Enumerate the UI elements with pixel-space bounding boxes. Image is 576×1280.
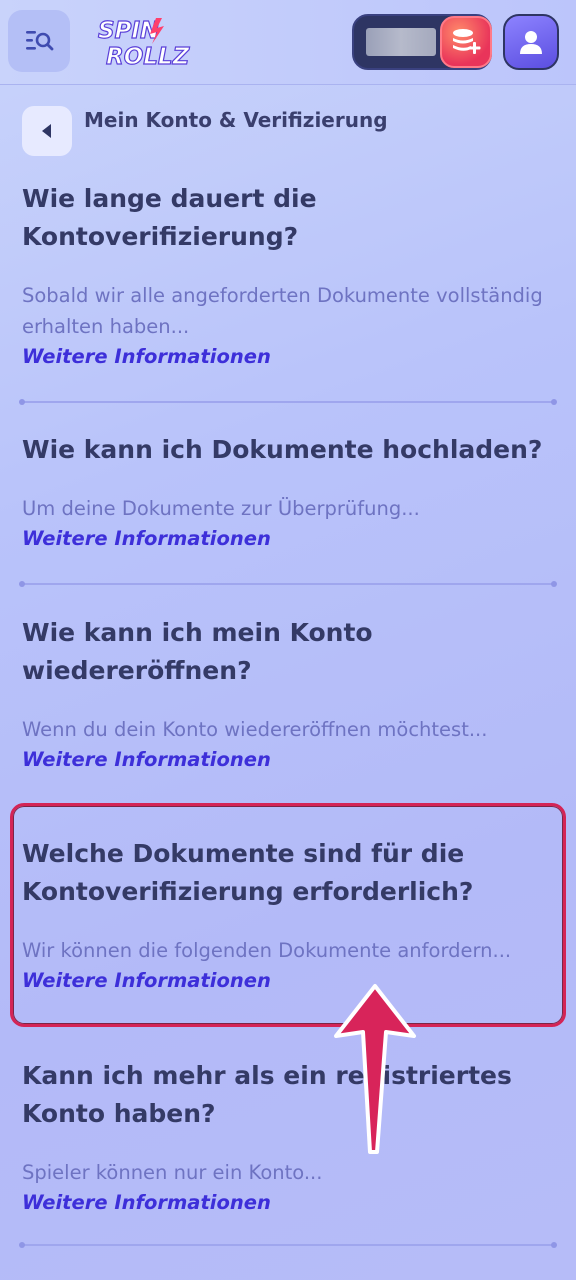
faq-question: Wie kann ich mein Konto wiedereröffnen? — [22, 618, 373, 685]
faq-answer: Um deine Dokumente zur Überprüfung... — [22, 497, 420, 520]
faq-item-highlighted: Welche Dokumente sind für die Kontoverif… — [22, 835, 552, 996]
faq-answer: Spieler können nur ein Konto... — [22, 1161, 323, 1184]
more-info-link[interactable]: Weitere Informationen — [22, 966, 552, 996]
faq-item: Wie lange dauert die Kontoverifizierung?… — [22, 180, 552, 372]
faq-question: Wie lange dauert die Kontoverifizierung? — [22, 184, 317, 251]
more-info-link[interactable]: Weitere Informationen — [22, 745, 552, 775]
spinrollz-logo[interactable]: SPIN ROLLZ — [94, 12, 194, 70]
faq-question: Kann ich mehr als ein registriertes Kont… — [22, 1061, 512, 1128]
more-info-link[interactable]: Weitere Informationen — [22, 342, 552, 372]
faq-answer: Sobald wir alle angeforderten Dokumente … — [22, 284, 543, 338]
logo-text-line2: ROLLZ — [106, 44, 191, 70]
coins-plus-icon — [453, 29, 481, 54]
wallet-widget[interactable] — [352, 14, 492, 70]
divider — [19, 581, 557, 587]
faq-item: Kann ich mehr als ein registriertes Kont… — [22, 1057, 552, 1218]
top-header: SPIN ROLLZ — [0, 0, 576, 85]
faq-item: Wie kann ich Dokumente hochladen? Um dei… — [22, 431, 552, 554]
faq-question: Welche Dokumente sind für die Kontoverif… — [22, 839, 474, 906]
divider — [19, 399, 557, 405]
faq-answer: Wenn du dein Konto wiedereröffnen möchte… — [22, 718, 488, 741]
divider — [19, 1242, 557, 1248]
balance-display — [366, 28, 436, 56]
search-menu-icon — [26, 31, 54, 51]
profile-button[interactable] — [503, 14, 559, 70]
menu-search-button[interactable] — [8, 10, 70, 72]
logo-text-line1: SPIN — [98, 18, 159, 44]
faq-answer: Wir können die folgenden Dokumente anfor… — [22, 939, 512, 962]
chevron-left-icon — [42, 124, 51, 138]
user-icon — [520, 31, 542, 54]
arrow-up-icon — [334, 984, 416, 1154]
more-info-link[interactable]: Weitere Informationen — [22, 1188, 552, 1218]
breadcrumb-title: Mein Konto & Verifizierung — [84, 108, 388, 132]
back-button[interactable] — [22, 106, 72, 156]
faq-question: Wie kann ich Dokumente hochladen? — [22, 435, 543, 464]
deposit-button[interactable] — [440, 16, 492, 68]
faq-item: Wie kann ich mein Konto wiedereröffnen? … — [22, 614, 552, 775]
more-info-link[interactable]: Weitere Informationen — [22, 524, 552, 554]
